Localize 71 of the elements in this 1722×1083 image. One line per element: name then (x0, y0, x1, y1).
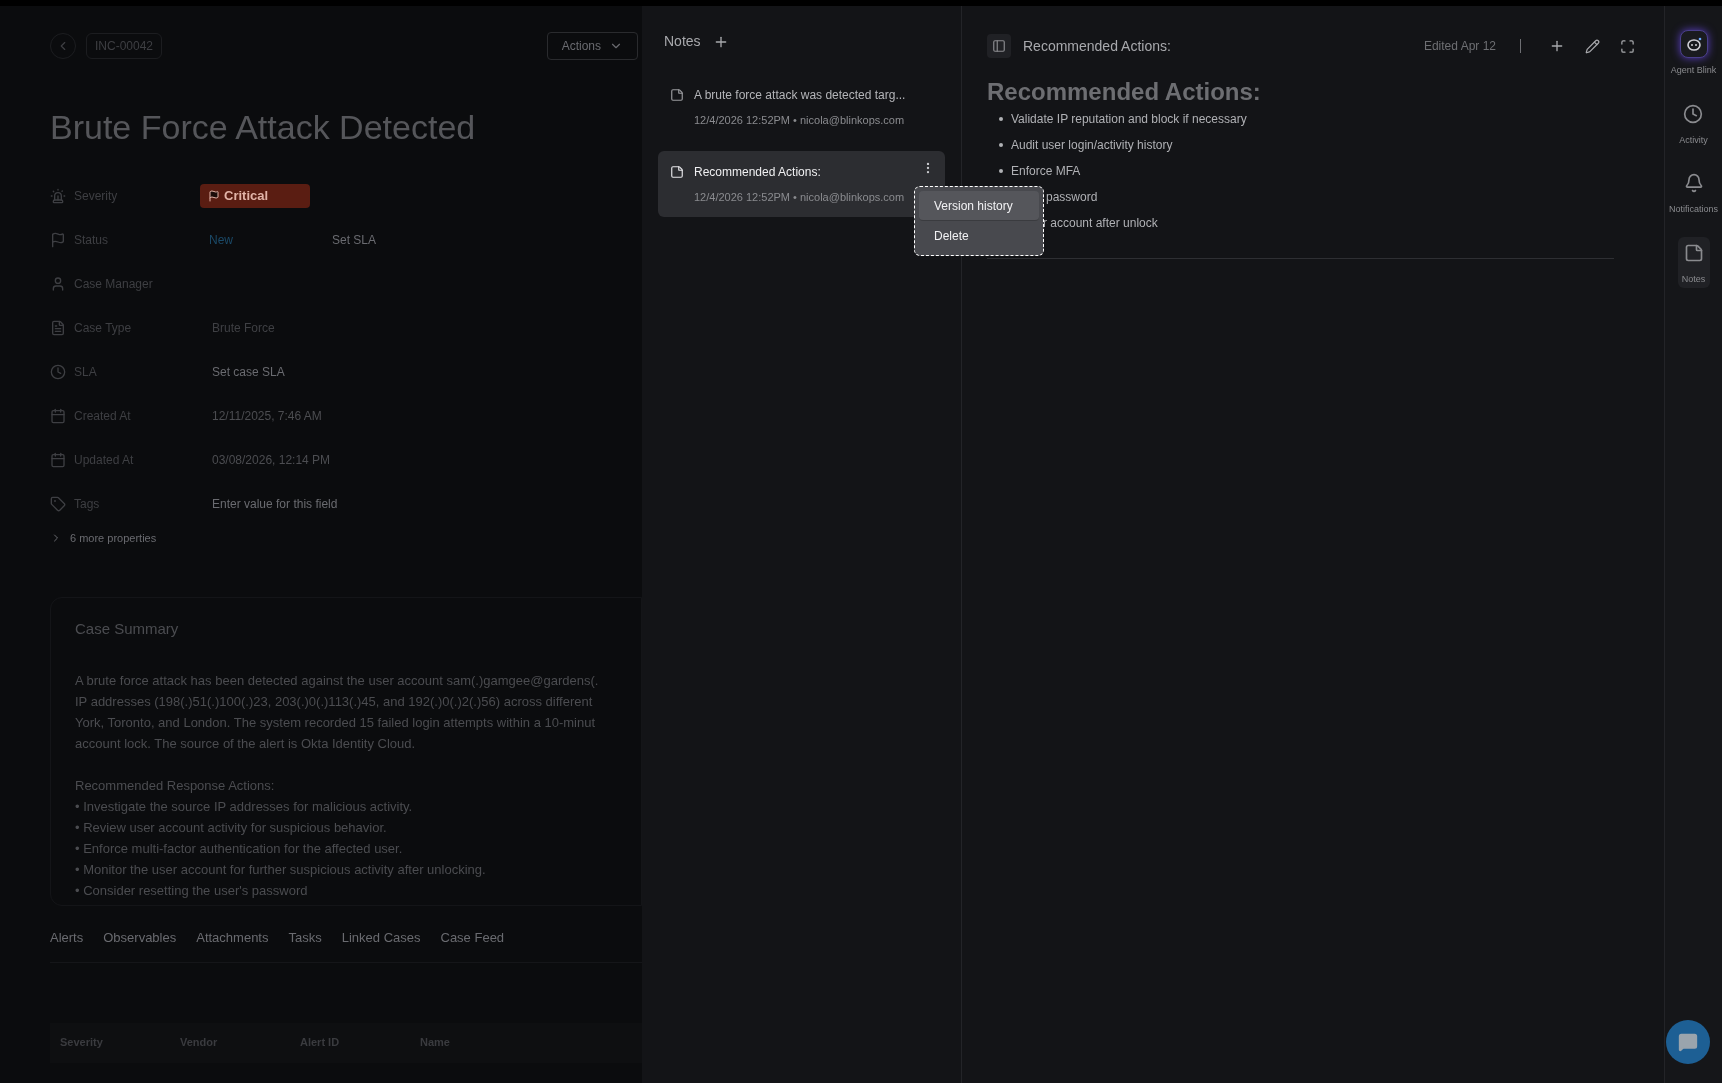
bullet-text: password (1046, 189, 1098, 206)
case-summary-title: Case Summary (75, 618, 180, 639)
document-icon (50, 320, 66, 336)
plus-icon (1549, 38, 1565, 54)
note-meta: 12/4/2026 12:52PM • nicola@blinkops.com (693, 113, 906, 128)
property-value: 12/11/2025, 7:46 AM (211, 408, 322, 425)
summary-bullet: • Investigate the source IP addresses for malicious activity. (75, 798, 414, 816)
property-placeholder[interactable]: Set case SLA (200, 363, 285, 381)
status-value[interactable]: New (200, 231, 332, 249)
summary-line: York, Toronto, and London. The system recorded 15 failed login attempts within a 10-minut (75, 714, 597, 732)
robot-icon (1679, 30, 1708, 58)
summary-bullet: • Enforce multi-factor authentication for the affected user. (75, 840, 404, 858)
note-icon (1683, 242, 1704, 263)
property-value: 03/08/2026, 12:14 PM (211, 452, 331, 469)
calendar-icon (50, 452, 66, 468)
pencil-icon (1585, 38, 1600, 54)
property-placeholder[interactable]: Enter value for this field (200, 495, 338, 513)
clock-icon (50, 364, 66, 380)
bullet-text: r account after unlock (1043, 215, 1158, 232)
rail-item[interactable]: Notifications (1667, 167, 1720, 219)
summary-line: account lock. The source of the alert is Okta Identity Cloud. (75, 735, 417, 753)
note-item[interactable]: A brute force attack was detected targ... 12/4/2026 12:52PM • nicola@blinkops.com (658, 74, 945, 141)
more-properties-toggle[interactable]: 6 more properties (50, 530, 642, 547)
notes-title: Notes (664, 32, 701, 51)
panel-icon (992, 39, 1006, 53)
menu-item[interactable]: Version history (919, 191, 1039, 221)
note-title: Recommended Actions: (694, 163, 821, 181)
case-title: Brute Force Attack Detected (50, 110, 477, 144)
summary-line: A brute force attack has been detected against the user account sam(.)gamgee@gardens(. (75, 672, 600, 690)
chat-icon (1678, 1032, 1698, 1052)
rail-item[interactable]: Notes (1677, 236, 1710, 288)
flag-icon (208, 190, 220, 202)
sidebar-toggle-button[interactable] (987, 34, 1011, 58)
summary-bullet: • Monitor the user account for further suspicious activity after unlocking. (75, 861, 487, 879)
case-tab[interactable]: Tasks (288, 928, 322, 948)
case-tab[interactable]: Attachments (196, 928, 269, 948)
case-tab[interactable]: Linked Cases (341, 928, 421, 948)
person-icon (50, 276, 66, 292)
expand-icon (1620, 38, 1635, 54)
flag-icon (50, 232, 66, 248)
fullscreen-button[interactable] (1620, 38, 1635, 54)
tag-icon (50, 496, 66, 512)
case-tab[interactable]: Alerts (50, 928, 84, 948)
rail-item[interactable]: Agent Blink (1668, 28, 1719, 80)
calendar-icon (50, 408, 66, 424)
set-sla-link[interactable]: Set SLA (332, 231, 377, 249)
bullet-text: Audit user login/activity history (1011, 137, 1173, 154)
add-button[interactable] (1549, 38, 1565, 54)
bell-icon (1683, 173, 1704, 193)
note-meta: 12/4/2026 12:52PM • nicola@blinkops.com (693, 189, 906, 205)
case-tab[interactable]: Observables (103, 928, 177, 948)
edited-date: Edited Apr 12 (1423, 38, 1496, 55)
case-tab[interactable]: Case Feed (440, 928, 505, 948)
summary-line: IP addresses (198(.)51(.)100(.)23, 203(.)0(.)113(.)45, and 192(.)0(.)2(.)56) across different (75, 693, 594, 711)
menu-item[interactable]: Delete (919, 221, 1039, 251)
severity-badge[interactable]: Critical (200, 184, 310, 208)
note-heading: Recommended Actions: (987, 80, 1262, 104)
bullet-text: Validate IP reputation and block if necessary (1011, 111, 1247, 128)
note-icon (670, 88, 684, 102)
summary-bullet: • Review user account activity for suspicious behavior. (75, 819, 388, 837)
note-icon (670, 164, 684, 179)
clock-icon (1683, 103, 1704, 124)
summary-subtitle: Recommended Response Actions: (75, 777, 276, 795)
siren-icon (50, 188, 66, 204)
actions-button[interactable]: Actions (546, 32, 638, 60)
note-title: A brute force attack was detected targ... (694, 87, 906, 104)
rail-item[interactable]: Activity (1677, 97, 1710, 149)
edit-button[interactable] (1585, 38, 1600, 54)
bullet-text: Enforce MFA (1011, 163, 1081, 180)
editor-title: Recommended Actions: (1023, 36, 1171, 56)
summary-bullet: • Consider resetting the user's password (75, 882, 309, 900)
